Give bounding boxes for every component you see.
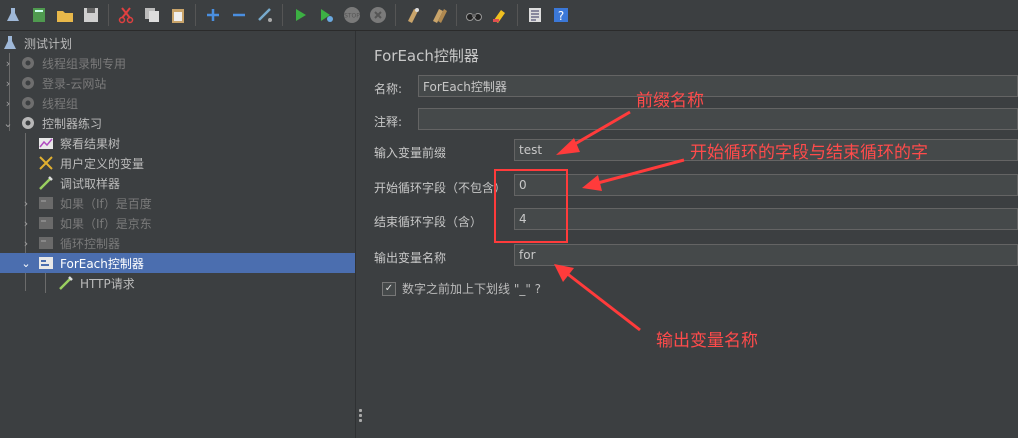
tree-item-debug-sampler[interactable]: 调试取样器	[38, 173, 120, 193]
start-icon[interactable]	[289, 4, 311, 26]
tree-item-http-request[interactable]: HTTP请求	[58, 273, 135, 293]
controller-icon	[38, 255, 54, 271]
gear-icon	[20, 95, 36, 111]
cut-icon[interactable]	[115, 4, 137, 26]
chevron-right-icon[interactable]: ›	[2, 97, 14, 110]
svg-text:STOP: STOP	[344, 13, 360, 20]
comment-field[interactable]	[418, 108, 1018, 130]
toolbar: STOP ?	[0, 0, 1018, 31]
tree-item-view-results-tree[interactable]: 察看结果树	[38, 133, 120, 153]
function-helper-icon[interactable]	[524, 4, 546, 26]
chevron-right-icon[interactable]: ›	[2, 77, 14, 90]
templates-icon[interactable]	[28, 4, 50, 26]
prefix-annotation: 前缀名称	[636, 91, 704, 111]
collapse-icon[interactable]	[228, 4, 250, 26]
controller-icon	[38, 215, 54, 231]
paste-icon[interactable]	[167, 4, 189, 26]
tree-item-user-defined-variables[interactable]: 用户定义的变量	[38, 153, 144, 173]
gear-icon	[20, 115, 36, 131]
save-icon[interactable]	[80, 4, 102, 26]
end-index-field[interactable]: 4	[514, 208, 1018, 230]
test-plan-tree: 测试计划 › 线程组录制专用 › 登录-云网站 › 线程组 ⌄ 控制器练习 察看…	[0, 31, 355, 438]
comment-label: 注释:	[374, 115, 403, 129]
copy-icon[interactable]	[141, 4, 163, 26]
stop-icon[interactable]: STOP	[341, 4, 363, 26]
chevron-right-icon[interactable]: ›	[20, 237, 32, 250]
input-prefix-label: 输入变量前缀	[374, 146, 447, 160]
wrench-icon	[38, 155, 54, 171]
tree-item-login-cloud[interactable]: › 登录-云网站	[2, 73, 107, 93]
reset-search-icon[interactable]	[489, 4, 511, 26]
underscore-checkbox-label: 数字之前加上下划线 "_" ?	[402, 282, 542, 296]
tree-item-loop-controller[interactable]: › 循环控制器	[20, 233, 120, 253]
panel-title: ForEach控制器	[374, 47, 479, 65]
end-index-label: 结束循环字段（含）	[374, 215, 483, 229]
output-variable-label: 输出变量名称	[374, 251, 447, 265]
name-field[interactable]: ForEach控制器	[418, 75, 1018, 97]
range-annotation: 开始循环的字段与结束循环的字	[690, 143, 928, 163]
chart-icon	[38, 135, 54, 151]
tree-item-thread-group[interactable]: › 线程组	[2, 93, 78, 113]
chevron-right-icon[interactable]: ›	[20, 217, 32, 230]
chevron-down-icon[interactable]: ⌄	[20, 257, 32, 270]
test-plan-icon[interactable]	[2, 4, 24, 26]
splitter-grip[interactable]	[359, 409, 362, 424]
tree-item-recording-thread-group[interactable]: › 线程组录制专用	[2, 53, 126, 73]
controller-icon	[38, 235, 54, 251]
controller-icon	[38, 195, 54, 211]
tree-item-test-plan[interactable]: 测试计划	[2, 33, 72, 53]
help-icon[interactable]: ?	[550, 4, 572, 26]
chevron-down-icon[interactable]: ⌄	[2, 117, 14, 130]
gear-icon	[20, 75, 36, 91]
start-index-label: 开始循环字段（不包含）	[374, 181, 507, 195]
gear-icon	[20, 55, 36, 71]
tree-item-if-baidu[interactable]: › 如果（If）是百度	[20, 193, 152, 213]
underscore-checkbox[interactable]: ✓	[382, 281, 396, 296]
search-icon[interactable]	[463, 4, 485, 26]
start-no-pause-icon[interactable]	[315, 4, 337, 26]
open-icon[interactable]	[54, 4, 76, 26]
output-variable-field[interactable]: for	[514, 244, 1018, 266]
tree-item-if-jd[interactable]: › 如果（If）是京东	[20, 213, 152, 233]
tree-item-foreach-controller[interactable]: ⌄ ForEach控制器	[0, 253, 355, 273]
range-highlight-box	[494, 169, 568, 243]
expand-icon[interactable]	[202, 4, 224, 26]
underscore-option[interactable]: ✓ 数字之前加上下划线 "_" ?	[382, 280, 541, 297]
name-label: 名称:	[374, 82, 403, 96]
clear-icon[interactable]	[402, 4, 424, 26]
start-index-field[interactable]: 0	[514, 174, 1018, 196]
chevron-right-icon[interactable]: ›	[2, 57, 14, 70]
pipette-icon	[38, 175, 54, 191]
test-plan-icon	[2, 35, 18, 51]
chevron-right-icon[interactable]: ›	[20, 197, 32, 210]
toggle-icon[interactable]	[254, 4, 276, 26]
shutdown-icon[interactable]	[367, 4, 389, 26]
output-annotation: 输出变量名称	[656, 331, 758, 351]
clear-all-icon[interactable]	[428, 4, 450, 26]
pipette-icon	[58, 275, 74, 291]
svg-text:?: ?	[558, 9, 564, 23]
tree-item-controller-practice[interactable]: ⌄ 控制器练习	[2, 113, 102, 133]
